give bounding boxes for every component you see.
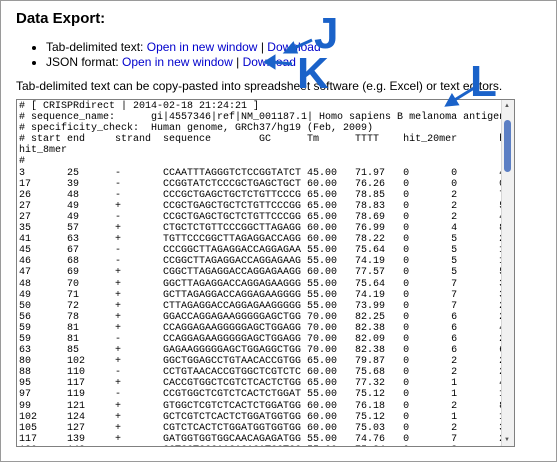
annotation-label-l: L xyxy=(470,57,497,106)
arrow-k xyxy=(272,60,293,66)
arrow-j-head xyxy=(282,41,299,54)
annotation-label-k: K xyxy=(297,49,329,98)
arrow-k-head xyxy=(263,54,276,70)
arrow-l-head xyxy=(444,93,460,107)
